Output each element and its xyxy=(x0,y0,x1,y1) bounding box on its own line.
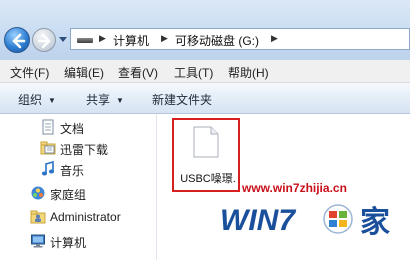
command-bar: 组织 ▼ 共享 ▼ 新建文件夹 xyxy=(0,83,410,114)
share-button[interactable]: 共享 ▼ xyxy=(86,91,124,108)
chevron-down-icon: ▼ xyxy=(116,96,124,105)
new-folder-button[interactable]: 新建文件夹 xyxy=(152,91,212,108)
windows-flag-icon xyxy=(323,204,353,234)
menu-edit[interactable]: 编辑(E) xyxy=(64,64,104,81)
breadcrumb-separator-icon[interactable]: ▶ xyxy=(161,33,168,44)
logo-text: WIN7 xyxy=(220,204,296,237)
file-item[interactable]: USBC噪璟. xyxy=(172,118,240,192)
breadcrumb-separator-icon[interactable]: ▶ xyxy=(271,33,278,44)
watermark-url: www.win7zhijia.cn xyxy=(242,181,347,195)
win7-logo-watermark: WIN7 家 xyxy=(220,204,390,240)
arrow-left-icon xyxy=(12,33,26,49)
share-label: 共享 xyxy=(86,93,111,107)
menu-file[interactable]: 文件(F) xyxy=(10,64,49,81)
breadcrumb-computer[interactable]: 计算机 xyxy=(113,32,149,49)
breadcrumb-separator-icon[interactable]: ▶ xyxy=(99,33,106,44)
menu-view[interactable]: 查看(V) xyxy=(118,64,158,81)
menu-tools[interactable]: 工具(T) xyxy=(174,64,213,81)
recent-pages-dropdown-icon[interactable] xyxy=(58,34,68,44)
music-note-icon xyxy=(41,161,55,176)
user-folder-icon xyxy=(30,210,46,224)
menu-help[interactable]: 帮助(H) xyxy=(228,64,269,81)
arrow-right-icon xyxy=(37,33,51,49)
sidebar-item-label: 音乐 xyxy=(60,164,85,178)
sidebar-item-label: Administrator xyxy=(50,210,121,224)
blank-file-icon xyxy=(193,126,219,158)
sidebar-item-label: 家庭组 xyxy=(50,188,87,202)
menu-bar: 文件(F) 编辑(E) 查看(V) 工具(T) 帮助(H) xyxy=(0,60,410,83)
navigation-bar: ▶ 计算机 ▶ 可移动磁盘 (G:) ▶ xyxy=(0,0,410,60)
forward-button[interactable] xyxy=(32,28,56,52)
sidebar-item-label: 文档 xyxy=(60,122,85,136)
address-bar[interactable]: ▶ 计算机 ▶ 可移动磁盘 (G:) ▶ xyxy=(70,28,410,50)
document-library-icon xyxy=(42,119,54,135)
chevron-down-icon: ▼ xyxy=(48,96,56,105)
file-name: USBC噪璟. xyxy=(180,173,236,185)
breadcrumb-removable-disk[interactable]: 可移动磁盘 (G:) xyxy=(175,32,259,49)
computer-icon xyxy=(31,234,45,248)
organize-label: 组织 xyxy=(18,93,43,107)
back-button[interactable] xyxy=(4,27,30,53)
logo-chinese-char: 家 xyxy=(360,205,390,240)
sidebar-item-label: 计算机 xyxy=(50,236,87,250)
homegroup-icon xyxy=(31,186,45,200)
drive-icon xyxy=(77,38,93,43)
folder-download-icon xyxy=(40,141,56,155)
navigation-pane[interactable]: 文档 迅雷下载 音乐 家庭组 Administrator 计算机 xyxy=(0,114,157,260)
organize-button[interactable]: 组织 ▼ xyxy=(18,91,56,108)
sidebar-item-label: 迅雷下载 xyxy=(60,143,109,157)
